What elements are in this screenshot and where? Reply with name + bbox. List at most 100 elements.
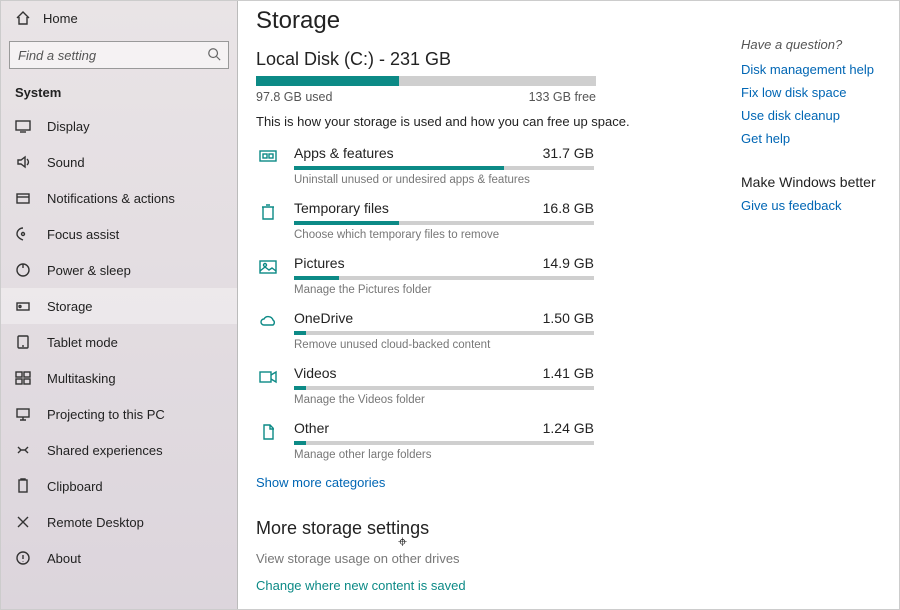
category-desc: Manage other large folders [294,449,717,461]
make-better-heading: Make Windows better [741,174,883,190]
more-link-0[interactable]: View storage usage on other drives [256,551,717,566]
category-videos[interactable]: Videos1.41 GBManage the Videos folder [256,365,717,406]
nav-icon [15,334,31,350]
page-title: Storage [256,7,717,35]
category-apps-features[interactable]: Apps & features 31.7 GB Uninstall unused o… [256,145,717,186]
category-icon [256,145,280,186]
nav-label: Multitasking [47,371,116,386]
category-bar [294,166,594,170]
nav-label: Shared experiences [47,443,163,458]
category-name: Apps & features [294,145,394,161]
nav-label: Tablet mode [47,335,118,350]
home-nav[interactable]: Home [1,1,237,35]
nav-icon [15,550,31,566]
category-name: Temporary files [294,200,389,216]
search-input[interactable] [9,41,229,69]
sidebar-item-multitasking[interactable]: Multitasking [1,360,237,396]
help-link-2[interactable]: Use disk cleanup [741,108,883,123]
storage-content: Storage Local Disk (C:) - 231 GB 97.8 GB… [256,7,741,599]
category-pictures[interactable]: Pictures 14.9 GB Manage the Pictures folde… [256,255,717,296]
home-label: Home [43,11,78,26]
category-desc: Choose which temporary files to remove [294,229,717,241]
nav-icon [15,190,31,206]
disk-usage-fill [256,76,399,86]
disk-free-label: 133 GB free [529,90,596,104]
category-name: Pictures [294,255,345,271]
storage-lead: This is how your storage is used and how… [256,114,717,129]
sidebar-item-focus-assist[interactable]: Focus assist [1,216,237,252]
category-name: Videos [294,365,337,381]
category-name: Other [294,420,329,436]
sidebar-item-sound[interactable]: Sound [1,144,237,180]
sidebar-item-about[interactable]: About [1,540,237,576]
nav-label: Storage [47,299,93,314]
search-icon [207,47,221,64]
nav-icon [15,370,31,386]
nav-label: Projecting to this PC [47,407,165,422]
have-question-heading: Have a question? [741,37,883,52]
nav-label: Display [47,119,90,134]
more-settings-title: More storage settings [256,518,717,539]
category-bar [294,221,594,225]
settings-sidebar: Home System Display Sound Notifications & … [1,1,238,609]
category-desc: Manage the Videos folder [294,394,717,406]
category-size: 31.7 GB [543,145,594,161]
nav-icon [15,154,31,170]
category-icon [256,420,280,461]
nav-icon [15,478,31,494]
nav-label: Focus assist [47,227,119,242]
disk-used-label: 97.8 GB used [256,90,332,104]
category-name: OneDrive [294,310,353,326]
category-desc: Uninstall unused or undesired apps & fea… [294,174,717,186]
category-onedrive[interactable]: OneDrive 1.50 GB Remove unused cloud-backe… [256,310,717,351]
sidebar-item-tablet-mode[interactable]: Tablet mode [1,324,237,360]
sidebar-item-notifications-actions[interactable]: Notifications & actions [1,180,237,216]
more-link-1[interactable]: Change where new content is saved [256,578,717,593]
sidebar-item-storage[interactable]: Storage [1,288,237,324]
sidebar-section: System [1,79,237,108]
nav-icon [15,118,31,134]
category-bar [294,441,594,445]
nav-label: Sound [47,155,85,170]
sidebar-item-display[interactable]: Display [1,108,237,144]
sidebar-item-clipboard[interactable]: Clipboard [1,468,237,504]
category-desc: Remove unused cloud-backed content [294,339,717,351]
nav-icon [15,514,31,530]
nav-label: Remote Desktop [47,515,144,530]
help-rail: Have a question? Disk management help Fix… [741,7,883,599]
nav-label: About [47,551,81,566]
category-icon [256,200,280,241]
nav-icon [15,226,31,242]
category-size: 1.24 GB [543,420,594,436]
category-bar [294,276,594,280]
sidebar-item-projecting-to-this-pc[interactable]: Projecting to this PC [1,396,237,432]
show-more-categories-link[interactable]: Show more categories [256,475,717,490]
nav-label: Notifications & actions [47,191,175,206]
sidebar-item-shared-experiences[interactable]: Shared experiences [1,432,237,468]
category-temporary-files[interactable]: Temporary files 16.8 GB Choose which tempo… [256,200,717,241]
nav-label: Clipboard [47,479,103,494]
feedback-link[interactable]: Give us feedback [741,198,883,213]
nav-icon [15,262,31,278]
help-link-1[interactable]: Fix low disk space [741,85,883,100]
nav-icon [15,406,31,422]
sidebar-item-remote-desktop[interactable]: Remote Desktop [1,504,237,540]
main-pane: Storage Local Disk (C:) - 231 GB 97.8 GB… [238,1,899,609]
category-icon [256,310,280,351]
category-icon [256,365,280,406]
category-other[interactable]: Other 1.24 GB Manage other large folders [256,420,717,461]
sidebar-item-power-sleep[interactable]: Power & sleep [1,252,237,288]
disk-title: Local Disk (C:) - 231 GB [256,49,717,70]
nav-icon [15,442,31,458]
nav-label: Power & sleep [47,263,131,278]
disk-usage-bar [256,76,596,86]
category-desc: Manage the Pictures folder [294,284,717,296]
nav-icon [15,298,31,314]
category-size: 14.9 GB [543,255,594,271]
category-size: 16.8 GB [543,200,594,216]
help-link-0[interactable]: Disk management help [741,62,883,77]
category-bar [294,386,594,390]
category-icon [256,255,280,296]
category-size: 1.50 GB [543,310,594,326]
help-link-3[interactable]: Get help [741,131,883,146]
